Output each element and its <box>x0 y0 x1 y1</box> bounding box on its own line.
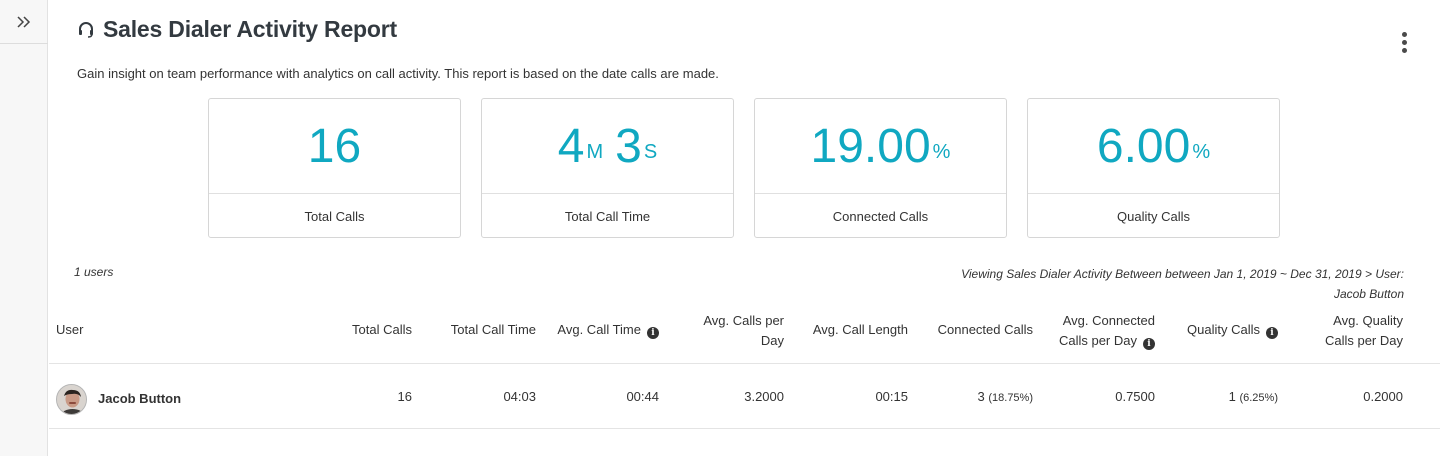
cell-avg-call-time: 00:44 <box>626 389 659 404</box>
connected-calls-percent: (18.75%) <box>988 392 1033 404</box>
table-row-divider <box>49 428 1440 429</box>
minutes-unit: M <box>586 141 604 163</box>
avatar <box>56 384 87 415</box>
double-chevron-right-icon <box>17 15 31 28</box>
report-main: Sales Dialer Activity Report Gain insigh… <box>49 0 1440 456</box>
cell-connected-calls: 3 (18.75%) <box>977 389 1034 404</box>
stat-card-connected-calls: 19.00 % Connected Calls <box>754 98 1007 238</box>
column-header-user[interactable]: User <box>56 320 83 340</box>
stat-label: Connected Calls <box>832 208 929 224</box>
table-header-divider <box>49 363 1440 364</box>
stat-value: 4 M 3 S <box>482 99 733 194</box>
page-subtitle: Gain insight on team performance with an… <box>77 66 719 81</box>
cell-quality-calls: 1 (6.25%) <box>1228 389 1278 404</box>
cell-avg-quality-calls-per-day: 0.2000 <box>1363 389 1403 404</box>
stat-label: Quality Calls <box>1117 208 1190 224</box>
stat-card-total-call-time: 4 M 3 S Total Call Time <box>481 98 734 238</box>
viewing-filter-summary: Viewing Sales Dialer Activity Between be… <box>961 267 1404 301</box>
column-header-total-call-time[interactable]: Total Call Time <box>451 320 536 340</box>
user-name[interactable]: Jacob Button <box>98 391 181 406</box>
cell-avg-call-length: 00:15 <box>875 389 908 404</box>
stat-value: 19.00 % <box>810 120 951 173</box>
quality-calls-percent: (6.25%) <box>1239 392 1278 404</box>
users-count: 1 users <box>74 265 114 279</box>
cell-avg-calls-per-day: 3.2000 <box>744 389 784 404</box>
percent-unit: % <box>1192 141 1211 163</box>
cell-avg-connected-calls-per-day: 0.7500 <box>1115 389 1155 404</box>
stat-card-quality-calls: 6.00 % Quality Calls <box>1027 98 1280 238</box>
column-header-total-calls[interactable]: Total Calls <box>352 320 412 340</box>
percent-unit: % <box>932 141 951 163</box>
minutes-value: 4 <box>557 120 585 173</box>
column-header-avg-quality-calls-per-day[interactable]: Avg. Quality Calls per Day <box>1325 311 1403 351</box>
info-icon[interactable]: i <box>647 327 659 339</box>
column-header-avg-calls-per-day[interactable]: Avg. Calls per Day <box>703 311 784 351</box>
kebab-menu-icon[interactable] <box>1392 30 1416 54</box>
column-header-avg-call-length[interactable]: Avg. Call Length <box>813 320 908 340</box>
page-title: Sales Dialer Activity Report <box>103 16 397 42</box>
column-header-quality-calls[interactable]: Quality Calls i <box>1187 320 1278 340</box>
stat-value: 16 <box>307 120 362 173</box>
title-row: Sales Dialer Activity Report <box>77 16 397 43</box>
cell-total-call-time: 04:03 <box>503 389 536 404</box>
stat-value: 6.00 % <box>1096 120 1211 173</box>
info-icon[interactable]: i <box>1266 327 1278 339</box>
column-header-connected-calls[interactable]: Connected Calls <box>938 320 1033 340</box>
column-header-avg-call-time[interactable]: Avg. Call Time i <box>557 320 659 340</box>
headset-icon <box>77 20 97 40</box>
seconds-value: 3 <box>615 120 642 173</box>
stat-label: Total Call Time <box>564 208 651 224</box>
cell-total-calls: 16 <box>397 389 412 404</box>
info-icon[interactable]: i <box>1143 338 1155 350</box>
stat-label: Total Calls <box>304 208 365 224</box>
seconds-unit: S <box>643 141 658 163</box>
sidebar-toggle-button[interactable] <box>0 0 48 44</box>
column-header-avg-connected-calls-per-day[interactable]: Avg. Connected Calls per Day i <box>1059 311 1155 351</box>
sidebar <box>0 0 48 456</box>
stat-card-total-calls: 16 Total Calls <box>208 98 461 238</box>
